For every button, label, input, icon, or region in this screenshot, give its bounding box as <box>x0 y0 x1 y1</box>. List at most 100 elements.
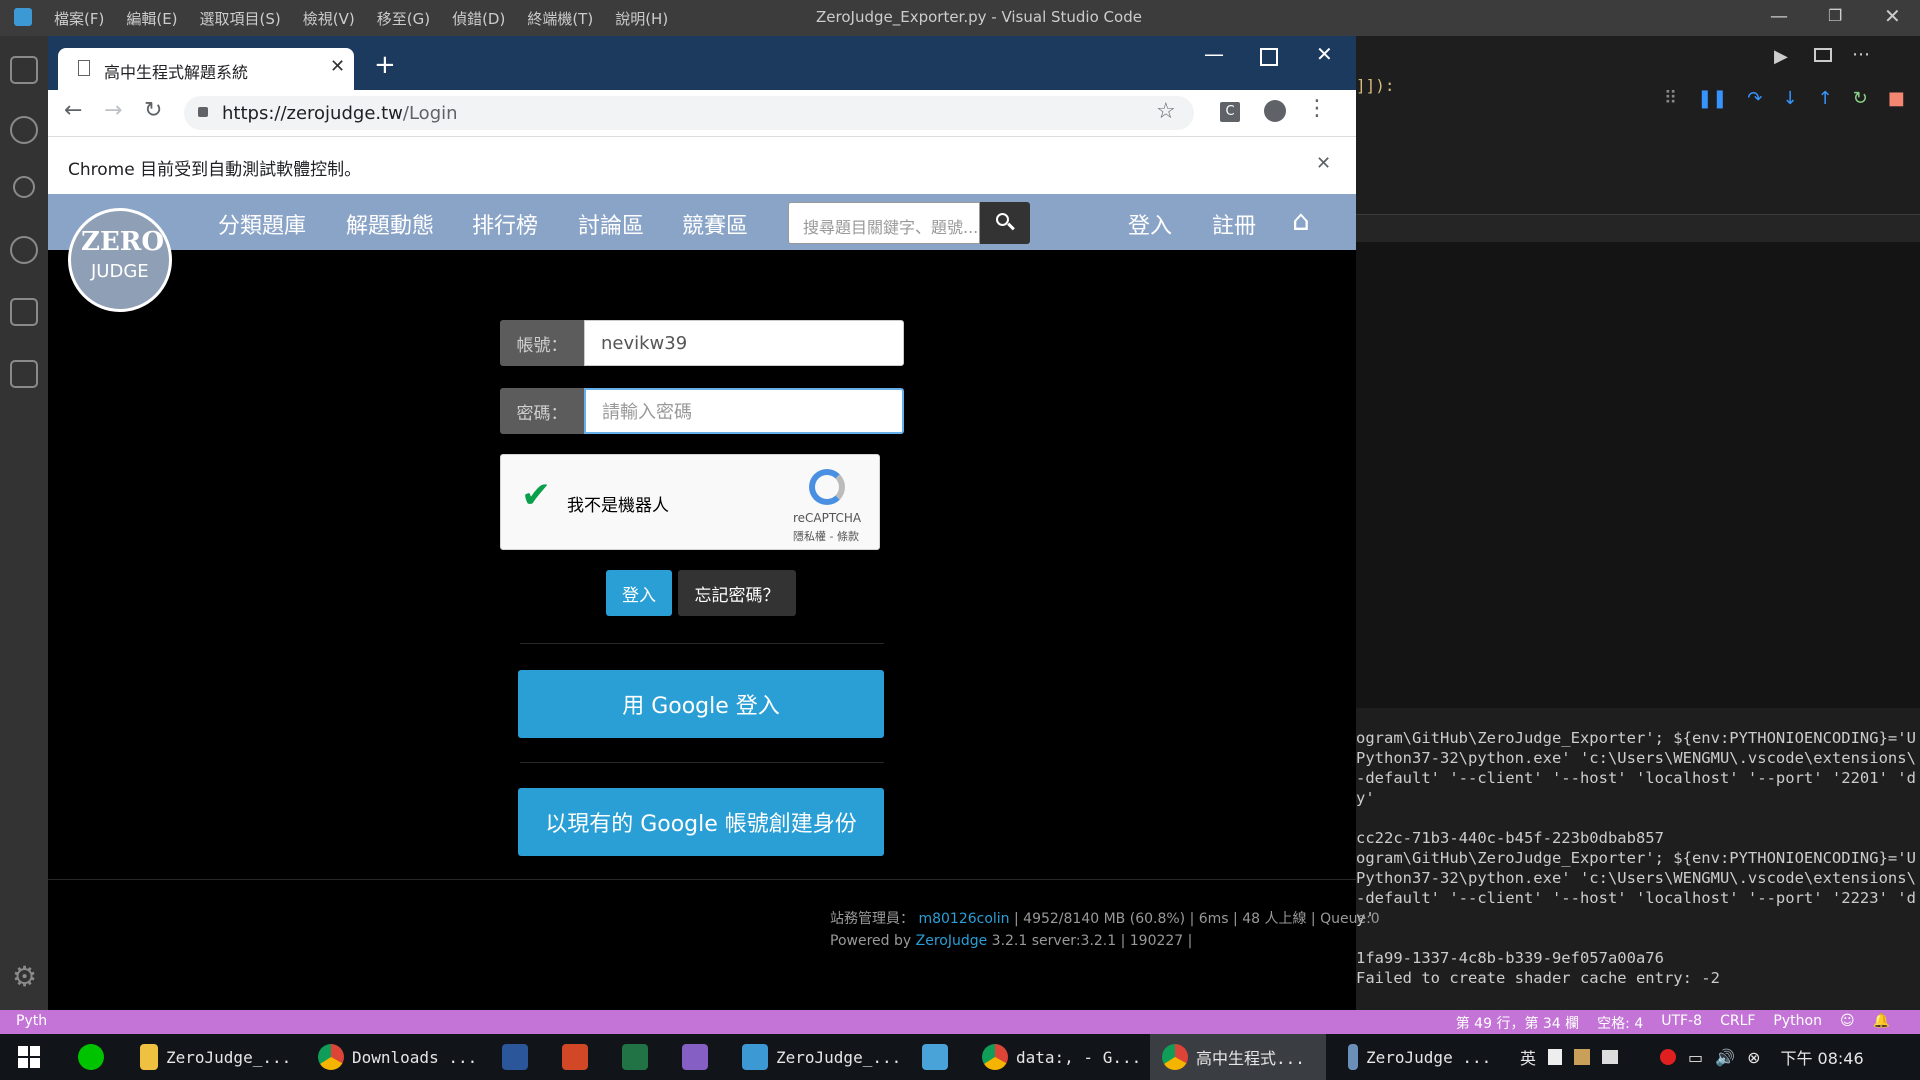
taskbar-zerojudge-script[interactable]: ZeroJudge ... <box>1348 1034 1491 1080</box>
login-button[interactable]: 登入 <box>606 570 672 616</box>
menu-go[interactable]: 移至(G) <box>377 8 430 29</box>
debug-stop-icon[interactable]: ■ <box>1888 88 1905 109</box>
antivirus-icon[interactable] <box>1660 1049 1677 1065</box>
forgot-password-button[interactable]: 忘記密碼？ <box>678 570 796 616</box>
checkmark-icon[interactable]: ✔ <box>521 475 551 516</box>
menu-debug[interactable]: 偵錯(D) <box>452 8 505 29</box>
taskbar-powerpoint[interactable] <box>562 1034 588 1080</box>
google-create-button[interactable]: 以現有的 Google 帳號創建身份 <box>518 788 884 856</box>
taskbar-chrome-zerojudge[interactable]: 高中生程式... <box>1150 1034 1326 1080</box>
terminal-line: cc22c-71b3-440c-b45f-223b0dbab857 <box>1356 829 1664 847</box>
taskbar-chrome-data[interactable]: data:, - G... <box>982 1034 1141 1080</box>
taskbar-explorer-zerojudge[interactable]: ZeroJudge_... <box>140 1034 291 1080</box>
new-tab-plus-icon[interactable]: + <box>374 50 396 80</box>
bookmark-star-icon[interactable]: ☆ <box>1156 99 1176 124</box>
ime-toggle[interactable]: 英 <box>1520 1045 1536 1069</box>
debug-toolbar: ⠿ ❚❚ ↷ ↓ ↑ ↻ ■ <box>1664 88 1905 109</box>
debug-step-into-icon[interactable]: ↓ <box>1782 88 1797 109</box>
google-login-button[interactable]: 用 Google 登入 <box>518 670 884 738</box>
settings-gear-icon[interactable]: ⚙ <box>12 960 37 993</box>
browser-tab[interactable]: 高中生程式解題系統 ✕ <box>58 48 354 90</box>
vscode-panel-body <box>1356 242 1920 708</box>
taskbar-vscode[interactable]: ZeroJudge_... <box>742 1034 901 1080</box>
taskbar-word[interactable] <box>502 1034 528 1080</box>
reload-icon[interactable]: ↻ <box>144 98 162 123</box>
chrome-maximize-button[interactable] <box>1260 48 1278 66</box>
run-icon[interactable]: ▶ <box>1774 46 1788 67</box>
captcha-links[interactable]: 隱私權 - 條款 <box>793 528 859 544</box>
source-control-icon[interactable] <box>13 176 35 198</box>
explorer-icon[interactable] <box>10 56 38 84</box>
terminal-icon[interactable] <box>10 360 38 388</box>
status-indentation[interactable]: 空格: 4 <box>1597 1013 1643 1033</box>
debug-step-over-icon[interactable]: ↷ <box>1747 88 1762 109</box>
forward-arrow-icon[interactable]: → <box>104 98 122 123</box>
debug-step-out-icon[interactable]: ↑ <box>1818 88 1833 109</box>
debug-restart-icon[interactable]: ↻ <box>1853 88 1868 109</box>
back-arrow-icon[interactable]: ← <box>64 98 82 123</box>
nav-register[interactable]: 註冊 <box>1212 208 1256 240</box>
zerojudge-logo[interactable]: ZERO JUDGE <box>68 208 172 312</box>
nav-ranking[interactable]: 排行榜 <box>472 208 538 240</box>
nav-problem-categories[interactable]: 分類題庫 <box>218 208 306 240</box>
tray-icon[interactable] <box>1574 1049 1591 1065</box>
menu-edit[interactable]: 編輯(E) <box>126 8 177 29</box>
extension-icon[interactable]: C <box>1220 102 1240 122</box>
status-eol[interactable]: CRLF <box>1720 1013 1755 1033</box>
debug-drag-handle-icon[interactable]: ⠿ <box>1664 88 1677 109</box>
vscode-terminal[interactable]: ogram\GitHub\ZeroJudge_Exporter'; ${env:… <box>1356 708 1920 1010</box>
chrome-menu-icon[interactable]: ⋮ <box>1306 96 1328 121</box>
chrome-minimize-button[interactable]: — <box>1204 42 1224 66</box>
status-cursor-position[interactable]: 第 49 行，第 34 欄 <box>1456 1013 1579 1033</box>
menu-help[interactable]: 說明(H) <box>615 8 668 29</box>
nav-contests[interactable]: 競賽區 <box>682 208 748 240</box>
site-search-input[interactable]: 搜尋題目關鍵字、題號... <box>788 202 980 244</box>
menu-terminal[interactable]: 終端機(T) <box>527 8 593 29</box>
profile-avatar-icon[interactable] <box>1264 100 1286 122</box>
vscode-close-button[interactable]: ✕ <box>1884 4 1901 28</box>
status-interpreter[interactable]: Pyth <box>16 1013 47 1029</box>
notification-icon[interactable]: ⊗ <box>1747 1048 1760 1067</box>
vscode-minimize-button[interactable]: — <box>1770 6 1788 27</box>
status-encoding[interactable]: UTF-8 <box>1661 1013 1702 1033</box>
vscode-restore-button[interactable]: ❐ <box>1828 6 1842 25</box>
site-search-button[interactable] <box>980 202 1030 244</box>
nav-login[interactable]: 登入 <box>1128 208 1172 240</box>
address-bar[interactable]: https://zerojudge.tw/Login ☆ <box>184 96 1194 130</box>
status-language[interactable]: Python <box>1773 1013 1822 1033</box>
search-icon[interactable] <box>10 116 38 144</box>
account-input[interactable]: nevikw39 <box>584 320 904 366</box>
tray-icon[interactable] <box>1548 1049 1563 1065</box>
taskbar-line-app[interactable] <box>78 1034 104 1080</box>
debug-icon[interactable] <box>10 236 38 264</box>
volume-icon[interactable]: 🔊 <box>1715 1048 1735 1067</box>
taskbar-excel[interactable] <box>622 1034 648 1080</box>
admin-label: 站務管理員： <box>830 911 914 927</box>
status-right-items: 第 49 行，第 34 欄 空格: 4 UTF-8 CRLF Python ☺ … <box>1456 1013 1890 1033</box>
notifications-bell-icon[interactable]: 🔔 <box>1873 1013 1890 1033</box>
split-editor-icon[interactable] <box>1814 48 1832 62</box>
debug-pause-icon[interactable]: ❚❚ <box>1697 88 1727 109</box>
taskbar-chrome-downloads[interactable]: Downloads ... <box>318 1034 477 1080</box>
network-icon[interactable]: ▭ <box>1688 1048 1703 1067</box>
menu-view[interactable]: 檢視(V) <box>303 8 355 29</box>
zerojudge-link[interactable]: ZeroJudge <box>916 933 988 949</box>
chrome-close-button[interactable]: ✕ <box>1316 42 1333 66</box>
menu-selection[interactable]: 選取項目(S) <box>200 8 281 29</box>
menu-file[interactable]: 檔案(F) <box>54 8 104 29</box>
home-icon[interactable]: ⌂ <box>1292 204 1310 237</box>
tab-close-icon[interactable]: ✕ <box>330 56 345 77</box>
more-actions-icon[interactable]: ⋯ <box>1852 44 1870 65</box>
start-button[interactable] <box>18 1034 40 1080</box>
clock[interactable]: 下午 08:46 <box>1780 1045 1863 1069</box>
nav-submissions[interactable]: 解題動態 <box>346 208 434 240</box>
admin-link[interactable]: m80126colin <box>918 911 1009 927</box>
nav-forum[interactable]: 討論區 <box>578 208 644 240</box>
tray-icon[interactable] <box>1602 1050 1619 1064</box>
taskbar-visual-studio[interactable] <box>682 1034 708 1080</box>
feedback-smiley-icon[interactable]: ☺ <box>1840 1013 1855 1033</box>
extensions-icon[interactable] <box>10 298 38 326</box>
password-input[interactable]: 請輸入密碼 <box>584 388 904 434</box>
infobar-close-icon[interactable]: ✕ <box>1316 153 1331 174</box>
taskbar-capture-app[interactable] <box>922 1034 948 1080</box>
